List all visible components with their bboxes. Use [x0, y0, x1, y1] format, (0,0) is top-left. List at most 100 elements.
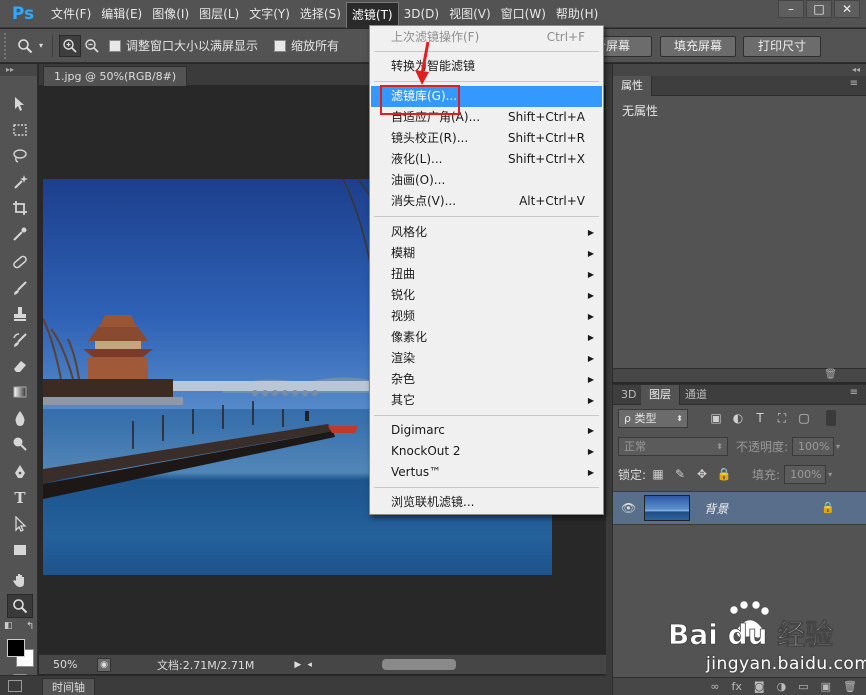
menu-item-liquify[interactable]: 液化(L)... Shift+Ctrl+X [371, 149, 602, 170]
crop-tool-icon[interactable] [7, 196, 33, 220]
document-tab[interactable]: 1.jpg @ 50%(RGB/8#) [43, 66, 188, 86]
menu-item-blur[interactable]: 模糊 ▶ [371, 243, 602, 264]
collapse-toolbar-icon[interactable]: ▸▸ [0, 64, 37, 76]
zoom-tool-preset-icon[interactable] [14, 35, 36, 57]
panel-menu-icon[interactable]: ≡ [850, 387, 858, 398]
fill-input[interactable]: 100% [784, 464, 827, 484]
new-group-icon[interactable]: ▭ [798, 680, 808, 693]
play-arrow-icon[interactable]: ▶ [294, 660, 301, 670]
dodge-tool-icon[interactable] [7, 432, 33, 456]
layer-row-background[interactable]: 👁 背景 🔒 [613, 491, 866, 525]
filter-pixel-icon[interactable]: ▣ [708, 410, 724, 426]
lasso-tool-icon[interactable] [7, 144, 33, 168]
menu-item-pixelate[interactable]: 像素化 ▶ [371, 327, 602, 348]
brush-tool-icon[interactable] [7, 276, 33, 300]
lock-transparent-icon[interactable]: ▦ [650, 466, 666, 482]
magic-wand-tool-icon[interactable] [7, 170, 33, 194]
tab-3d[interactable]: 3D [613, 385, 644, 405]
menu-item-last-filter[interactable]: 上次滤镜操作(F) Ctrl+F [371, 27, 602, 48]
zoom-tool-icon[interactable] [7, 594, 33, 618]
lock-image-icon[interactable]: ✎ [672, 466, 688, 482]
menu-window[interactable]: 窗口(W) [496, 0, 551, 28]
tab-layers[interactable]: 图层 [641, 385, 680, 405]
path-selection-tool-icon[interactable] [7, 512, 33, 536]
healing-brush-tool-icon[interactable] [7, 250, 33, 274]
history-brush-tool-icon[interactable] [7, 328, 33, 352]
menu-image[interactable]: 图像(I) [147, 0, 194, 28]
options-grip[interactable] [4, 32, 14, 59]
tab-properties[interactable]: 属性 [613, 76, 652, 96]
eyedropper-tool-icon[interactable] [7, 222, 33, 246]
link-layers-icon[interactable]: ∞ [710, 680, 719, 693]
checkbox-box[interactable] [274, 39, 287, 52]
menu-item-sharpen[interactable]: 锐化 ▶ [371, 285, 602, 306]
add-mask-icon[interactable]: ◙ [754, 680, 765, 693]
menu-item-knockout[interactable]: KnockOut 2 ▶ [371, 441, 602, 462]
eraser-tool-icon[interactable] [7, 354, 33, 378]
opacity-input[interactable]: 100% [792, 436, 835, 456]
menu-item-noise[interactable]: 杂色 ▶ [371, 369, 602, 390]
zoom-all-checkbox[interactable]: 缩放所有 [274, 37, 339, 54]
menu-view[interactable]: 视图(V) [444, 0, 496, 28]
menu-file[interactable]: 文件(F) [46, 0, 96, 28]
resize-windows-checkbox[interactable]: 调整窗口大小以满屏显示 [109, 37, 258, 54]
lock-position-icon[interactable]: ✥ [694, 466, 710, 482]
collapse-panels-icon[interactable]: ◂◂ [613, 64, 866, 76]
zoom-level[interactable]: 50% [53, 658, 93, 671]
filter-toggle-switch[interactable] [826, 410, 836, 426]
zoom-in-icon[interactable] [59, 34, 81, 57]
timeline-tab[interactable]: 时间轴 [42, 678, 95, 695]
menu-select[interactable]: 选择(S) [295, 0, 346, 28]
minimize-button[interactable]: – [778, 0, 804, 18]
chevron-down-icon[interactable]: ▾ [36, 35, 46, 57]
maximize-button[interactable]: □ [806, 0, 832, 18]
default-colors-icon[interactable]: ◧ [4, 621, 13, 631]
menu-item-render[interactable]: 渲染 ▶ [371, 348, 602, 369]
menu-item-digimarc[interactable]: Digimarc ▶ [371, 420, 602, 441]
hand-tool-icon[interactable] [7, 568, 33, 592]
rectangle-tool-icon[interactable] [7, 538, 33, 562]
checkbox-box[interactable] [109, 39, 121, 52]
lock-all-icon[interactable]: 🔒 [716, 466, 732, 482]
mini-bridge-icon[interactable] [8, 680, 22, 692]
swap-colors-icon[interactable]: ↰ [26, 621, 34, 632]
pen-tool-icon[interactable] [7, 460, 33, 484]
eye-icon[interactable]: 👁 [621, 501, 636, 515]
delete-layer-icon[interactable]: 🗑 [843, 680, 857, 693]
move-tool-icon[interactable] [7, 92, 33, 116]
chevron-down-icon[interactable]: ▾ [828, 470, 832, 479]
blur-tool-icon[interactable] [7, 406, 33, 430]
menu-item-video[interactable]: 视频 ▶ [371, 306, 602, 327]
menu-item-vertus[interactable]: Vertus™ ▶ [371, 462, 602, 483]
foreground-color-swatch[interactable] [7, 639, 25, 657]
menu-3d[interactable]: 3D(D) [399, 0, 444, 28]
menu-item-distort[interactable]: 扭曲 ▶ [371, 264, 602, 285]
scroll-left-icon[interactable]: ◂ [307, 660, 312, 670]
menu-item-convert-smart-filters[interactable]: 转换为智能滤镜 [371, 56, 602, 77]
gradient-tool-icon[interactable] [7, 380, 33, 404]
tab-channels[interactable]: 通道 [677, 385, 715, 405]
menu-help[interactable]: 帮助(H) [551, 0, 603, 28]
menu-edit[interactable]: 编辑(E) [96, 0, 147, 28]
layer-kind-select[interactable]: ρ 类型 ⬍ [618, 408, 688, 428]
type-tool-icon[interactable]: T [7, 486, 33, 510]
filter-smart-object-icon[interactable]: ▢ [796, 410, 812, 426]
chevron-down-icon[interactable]: ▾ [836, 442, 840, 451]
filter-type-icon[interactable]: T [752, 410, 768, 426]
horizontal-scrollbar-thumb[interactable] [381, 659, 456, 670]
menu-item-stylize[interactable]: 风格化 ▶ [371, 222, 602, 243]
marquee-tool-icon[interactable] [7, 118, 33, 142]
menu-item-vanishing-point[interactable]: 消失点(V)... Alt+Ctrl+V [371, 191, 602, 212]
filter-shape-icon[interactable]: ⛶ [774, 410, 790, 426]
print-size-button[interactable]: 打印尺寸 [743, 36, 821, 57]
layer-style-icon[interactable]: fx [732, 680, 742, 693]
close-button[interactable]: ✕ [834, 0, 860, 18]
new-adjustment-icon[interactable]: ◑ [777, 680, 787, 693]
filter-adjustment-icon[interactable]: ◐ [730, 410, 746, 426]
trash-icon[interactable]: 🗑 [824, 369, 837, 380]
menu-item-browse-online-filters[interactable]: 浏览联机滤镜... [371, 492, 602, 513]
zoom-out-icon[interactable] [81, 35, 103, 57]
menu-filter[interactable]: 滤镜(T) [345, 1, 399, 28]
menu-item-lens-correction[interactable]: 镜头校正(R)... Shift+Ctrl+R [371, 128, 602, 149]
menu-item-oil-paint[interactable]: 油画(O)... [371, 170, 602, 191]
